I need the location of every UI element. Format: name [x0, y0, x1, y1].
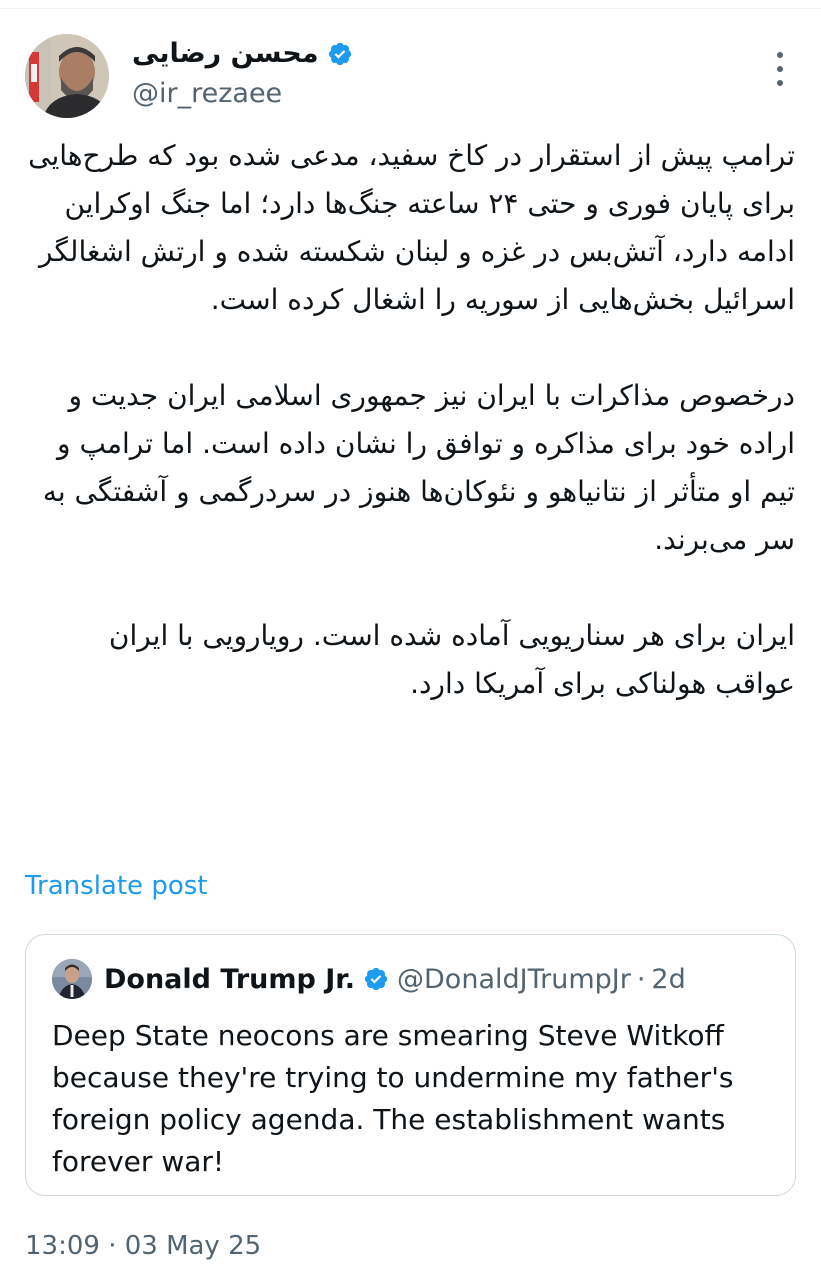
top-divider: [0, 8, 821, 9]
verified-badge-icon: [328, 42, 351, 66]
author-name-row: محسن رضایی: [132, 36, 353, 72]
quoted-author-avatar[interactable]: [52, 959, 92, 999]
quoted-author-name[interactable]: Donald Trump Jr.: [104, 964, 355, 995]
quoted-post-time[interactable]: 2d: [651, 964, 685, 995]
translate-post-link[interactable]: Translate post: [25, 868, 207, 904]
post-text: ترامپ پیش از استقرار در کاخ سفید، مدعی ش…: [25, 132, 795, 708]
post-header: محسن رضایی @ir_rezaee: [25, 30, 795, 120]
separator-dot: ·: [636, 963, 646, 995]
author-identity: محسن رضایی @ir_rezaee: [132, 36, 353, 112]
author-avatar[interactable]: [25, 34, 109, 118]
quoted-post[interactable]: Donald Trump Jr. @DonaldJTrumpJr · 2d De…: [25, 934, 796, 1196]
quoted-post-header: Donald Trump Jr. @DonaldJTrumpJr · 2d: [52, 959, 686, 999]
post-paragraph: درخصوص مذاکرات با ایران نیز جمهوری اسلام…: [42, 379, 795, 556]
quoted-post-text: Deep State neocons are smearing Steve Wi…: [52, 1019, 734, 1178]
author-display-name[interactable]: محسن رضایی: [132, 36, 319, 72]
quoted-author-handle[interactable]: @DonaldJTrumpJr: [397, 964, 631, 995]
more-options-icon[interactable]: [765, 52, 795, 86]
verified-badge-icon: [364, 967, 388, 991]
post-timestamp[interactable]: 13:09 · 03 May 25: [25, 1228, 261, 1264]
post-paragraph: ایران برای هر سناریویی آماده شده است. رو…: [108, 619, 795, 700]
post-paragraph: ترامپ پیش از استقرار در کاخ سفید، مدعی ش…: [28, 139, 795, 316]
author-handle[interactable]: @ir_rezaee: [132, 76, 353, 112]
